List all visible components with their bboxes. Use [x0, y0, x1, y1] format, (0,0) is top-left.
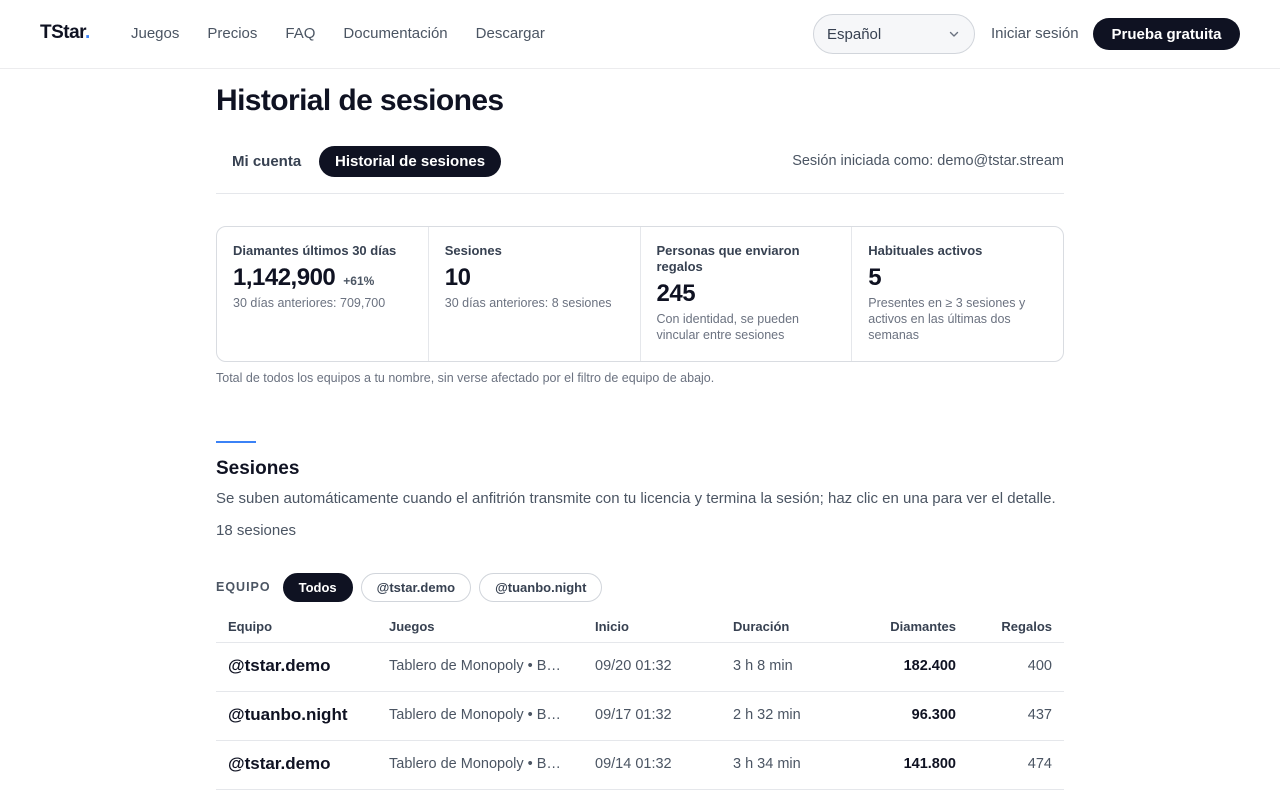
stat-value: 1,142,900	[233, 264, 336, 291]
column-header-equipo[interactable]: Equipo	[228, 619, 272, 634]
chevron-down-icon	[949, 31, 959, 37]
stat-value: 5	[868, 264, 882, 291]
main-nav: Juegos Precios FAQ Documentación Descarg…	[131, 25, 545, 42]
column-header-inicio[interactable]: Inicio	[595, 619, 629, 634]
stat-label: Personas que enviaron regalos	[656, 243, 800, 274]
stats-footnote: Total de todos los equipos a tu nombre, …	[216, 371, 715, 385]
cell-team: @tuanbo.night	[228, 705, 348, 724]
team-filter: EQUIPO Todos @tstar.demo @tuanbo.night	[216, 572, 603, 602]
cell-start: 09/14 01:32	[595, 756, 672, 772]
free-trial-button[interactable]: Prueba gratuita	[1093, 18, 1240, 50]
language-select[interactable]: Español	[813, 14, 975, 54]
stat-value: 10	[444, 264, 471, 291]
section-accent-line	[216, 441, 256, 443]
nav-link-descargar[interactable]: Descargar	[476, 25, 545, 42]
stat-gift-senders: Personas que enviaron regalos 245 Con id…	[641, 227, 853, 361]
table-row[interactable]: @tuanbo.night Tablero de Monopoly • B… 0…	[216, 692, 1064, 741]
nav-link-precios[interactable]: Precios	[207, 25, 257, 42]
cell-duration: 3 h 8 min	[733, 658, 793, 674]
page-title: Historial de sesiones	[216, 84, 504, 117]
logo-text: TStar	[40, 22, 86, 43]
filter-chip-tuanbo-night[interactable]: @tuanbo.night	[479, 572, 603, 602]
stat-diamonds-30d: Diamantes últimos 30 días 1,142,900 +61%…	[217, 227, 429, 361]
column-header-juegos[interactable]: Juegos	[389, 619, 435, 634]
stat-delta: +61%	[343, 274, 375, 288]
column-header-duracion[interactable]: Duración	[733, 619, 789, 634]
cell-diamonds: 96.300	[911, 707, 956, 723]
stats-panel: Diamantes últimos 30 días 1,142,900 +61%…	[216, 226, 1064, 362]
stat-subtext: 30 días anteriores: 709,700	[233, 296, 386, 310]
filter-chip-todos[interactable]: Todos	[282, 572, 353, 602]
cell-start: 09/20 01:32	[595, 658, 672, 674]
cell-start: 09/17 01:32	[595, 707, 672, 723]
team-filter-label: EQUIPO	[216, 580, 271, 594]
table-row[interactable]: @tstar.demo Tablero de Monopoly • B… 09/…	[216, 643, 1064, 692]
language-selected: Español	[827, 25, 882, 43]
cell-gifts: 474	[1027, 756, 1052, 772]
stat-sessions: Sesiones 10 30 días anteriores: 8 sesion…	[429, 227, 641, 361]
table-header: Equipo Juegos Inicio Duración Diamantes …	[216, 610, 1064, 643]
top-navigation: TStar. Juegos Precios FAQ Documentación …	[0, 0, 1280, 69]
stat-label: Sesiones	[444, 243, 502, 258]
cell-gifts: 437	[1027, 707, 1052, 723]
logged-in-as: Sesión iniciada como: demo@tstar.stream	[792, 153, 1064, 169]
cell-duration: 2 h 32 min	[733, 707, 801, 723]
cell-diamonds: 141.800	[903, 756, 956, 772]
cell-gifts: 400	[1027, 658, 1052, 674]
filter-chip-tstar-demo[interactable]: @tstar.demo	[360, 572, 472, 602]
stat-value: 245	[656, 280, 696, 307]
column-header-regalos[interactable]: Regalos	[1001, 619, 1052, 634]
cell-games: Tablero de Monopoly • B…	[389, 658, 561, 674]
cell-diamonds: 182.400	[903, 658, 956, 674]
sessions-table: Equipo Juegos Inicio Duración Diamantes …	[216, 610, 1064, 790]
table-row[interactable]: @tstar.demo Tablero de Monopoly • B… 09/…	[216, 741, 1064, 790]
sessions-description: Se suben automáticamente cuando el anfit…	[216, 490, 1056, 507]
stat-active-regulars: Habituales activos 5 Presentes en ≥ 3 se…	[852, 227, 1063, 361]
cell-games: Tablero de Monopoly • B…	[389, 707, 561, 723]
account-tabs: Mi cuenta Historial de sesiones Sesión i…	[216, 146, 1064, 194]
stat-subtext: 30 días anteriores: 8 sesiones	[444, 296, 612, 310]
stat-subtext: Con identidad, se pueden vincular entre …	[656, 312, 799, 342]
sessions-title: Sesiones	[216, 458, 300, 479]
login-link[interactable]: Iniciar sesión	[991, 25, 1079, 42]
tstar-logo[interactable]: TStar.	[40, 22, 90, 44]
cell-duration: 3 h 34 min	[733, 756, 801, 772]
stat-label: Habituales activos	[868, 243, 983, 258]
nav-link-documentacion[interactable]: Documentación	[343, 25, 447, 42]
cell-team: @tstar.demo	[228, 656, 331, 675]
stat-subtext: Presentes en ≥ 3 sesiones y activos en l…	[868, 296, 1026, 342]
tab-mi-cuenta[interactable]: Mi cuenta	[216, 146, 317, 177]
nav-link-juegos[interactable]: Juegos	[131, 25, 179, 42]
cell-games: Tablero de Monopoly • B…	[389, 756, 561, 772]
stat-label: Diamantes últimos 30 días	[233, 243, 397, 258]
logo-dot: .	[85, 22, 90, 43]
nav-link-faq[interactable]: FAQ	[285, 25, 315, 42]
sessions-count: 18 sesiones	[216, 522, 297, 539]
column-header-diamantes[interactable]: Diamantes	[890, 619, 956, 634]
cell-team: @tstar.demo	[228, 754, 331, 773]
tab-historial-de-sesiones[interactable]: Historial de sesiones	[319, 146, 502, 177]
